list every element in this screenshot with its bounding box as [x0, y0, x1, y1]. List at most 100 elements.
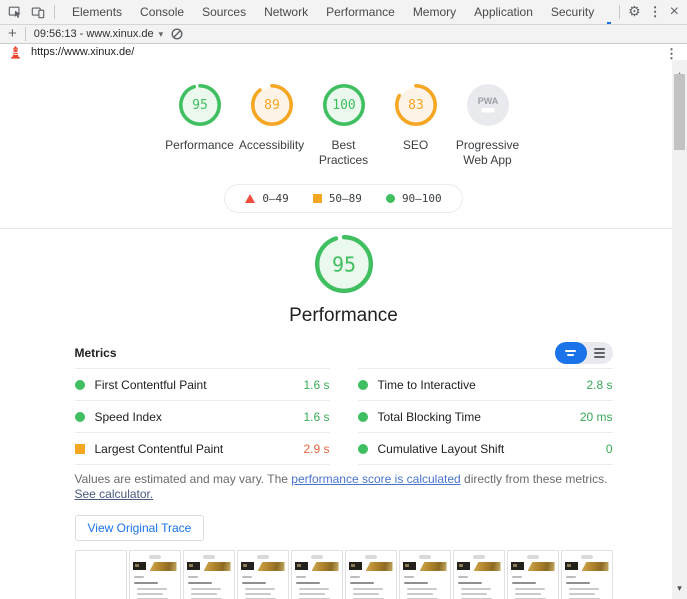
category-gauge-accessibility[interactable]: 89Accessibility [236, 84, 308, 153]
clear-audits-icon[interactable] [171, 28, 183, 40]
category-gauge-progressive-web-app[interactable]: PWAProgressive Web App [452, 84, 524, 168]
toolbar-separator [25, 27, 26, 41]
scroll-down-arrow-icon[interactable] [672, 578, 687, 596]
thumbnail-text-line [569, 593, 595, 595]
tab-elements[interactable]: Elements [67, 0, 127, 24]
filmstrip-frame [291, 550, 343, 599]
thumbnail-logo [187, 562, 200, 570]
tab-performance[interactable]: Performance [321, 0, 400, 24]
category-gauge-performance[interactable]: 95Performance [164, 84, 236, 153]
metric-row: First Contentful Paint1.6 s [75, 368, 330, 400]
thumbnail-text-line [296, 582, 320, 584]
pass-circle-icon [358, 380, 368, 390]
thumbnail-header [184, 562, 234, 571]
settings-gear-icon[interactable] [628, 3, 641, 21]
scrollbar[interactable] [672, 60, 687, 599]
tab-sources[interactable]: Sources [197, 0, 251, 24]
performance-score-gauge[interactable]: 95 [0, 235, 687, 293]
thumbnail-header [508, 562, 558, 571]
thumbnail-text-line [458, 582, 482, 584]
tab-security[interactable]: Security [546, 0, 599, 24]
device-toolbar-icon[interactable] [31, 5, 45, 19]
filmstrip-frame [237, 550, 289, 599]
svg-text:95: 95 [192, 98, 208, 113]
metrics-disclaimer: Values are estimated and may vary. The p… [75, 472, 613, 502]
thumbnail-pill [203, 555, 215, 559]
report-url: https://www.xinux.de/ [31, 46, 134, 58]
report-url-bar: https://www.xinux.de/ [0, 44, 687, 60]
category-label: Best Practices [308, 138, 380, 168]
thumbnail-text-line [191, 593, 217, 595]
thumbnail-text-line [188, 576, 198, 578]
devtools-window: Elements Console Sources Network Performance… [0, 0, 687, 599]
tab-network[interactable]: Network [259, 0, 313, 24]
filmstrip-frame [507, 550, 559, 599]
thumbnail-pill [311, 555, 323, 559]
metric-value: 1.6 s [303, 410, 329, 424]
tab-memory[interactable]: Memory [408, 0, 461, 24]
thumbnail-text-line [191, 588, 221, 590]
thumbnail-text-line [188, 582, 212, 584]
view-original-trace-button[interactable]: View Original Trace [75, 515, 205, 541]
legend-range: 90–100 [402, 192, 442, 205]
thumbnail-text-line [515, 588, 545, 590]
category-gauge-seo[interactable]: 83SEO [380, 84, 452, 153]
thumbnail-logo [565, 562, 578, 570]
thumbnail-text-line [404, 576, 414, 578]
category-gauge-best-practices[interactable]: 100Best Practices [308, 84, 380, 168]
thumbnail-text-line [134, 576, 144, 578]
tab-lighthouse[interactable]: Lighthouse [607, 0, 611, 24]
filmstrip-frame [399, 550, 451, 599]
section-divider [0, 228, 687, 229]
score-legend: 0–4950–8990–100 [224, 184, 462, 213]
thumbnail-banner [258, 562, 285, 571]
toggle-bar [594, 352, 605, 354]
inspect-element-icon[interactable] [8, 5, 22, 19]
thumbnail-banner [366, 562, 393, 571]
thumbnail-logo [241, 562, 254, 570]
pass-circle-icon [358, 444, 368, 454]
metric-value: 0 [606, 442, 613, 456]
pass-circle-icon [75, 412, 85, 422]
scrollbar-thumb[interactable] [674, 74, 685, 150]
metrics-header: Metrics [75, 341, 613, 365]
metric-row: Largest Contentful Paint2.9 s [75, 432, 330, 465]
lighthouse-session-bar: 09:56:13 - www.xinux.de [0, 25, 687, 44]
thumbnail-header [130, 562, 180, 571]
thumbnail-pill [527, 555, 539, 559]
thumbnail-text-line [404, 582, 428, 584]
see-calculator-link[interactable]: See calculator. [75, 487, 154, 501]
tab-application[interactable]: Application [469, 0, 538, 24]
toggle-condensed-view[interactable] [555, 342, 587, 364]
filmstrip-frame [129, 550, 181, 599]
thumbnail-header [238, 562, 288, 571]
metrics-view-toggle[interactable] [555, 342, 613, 364]
thumbnail-pill [365, 555, 377, 559]
tab-console[interactable]: Console [135, 0, 189, 24]
performance-score-calculated-link[interactable]: performance score is calculated [291, 472, 460, 486]
metric-value: 1.6 s [303, 378, 329, 392]
thumbnail-header [562, 562, 612, 571]
more-options-icon[interactable] [649, 3, 662, 21]
toolbar-separator [54, 5, 55, 19]
toggle-expanded-view[interactable] [587, 342, 613, 364]
thumbnail-text-line [350, 576, 360, 578]
thumbnail-banner [312, 562, 339, 571]
audit-session-selector[interactable]: 09:56:13 - www.xinux.de [34, 28, 163, 40]
thumbnail-text-line [407, 588, 437, 590]
metric-row: Cumulative Layout Shift0 [358, 432, 613, 465]
category-label: Progressive Web App [452, 138, 524, 168]
thumbnail-header [400, 562, 450, 571]
thumbnail-text-line [461, 593, 487, 595]
disclaimer-text: Values are estimated and may vary. The [75, 472, 292, 486]
close-devtools-icon[interactable] [670, 3, 679, 21]
category-label: SEO [403, 138, 428, 153]
metric-value: 2.8 s [586, 378, 612, 392]
thumbnail-text-line [512, 582, 536, 584]
filmstrip-frame [561, 550, 613, 599]
devtools-tabs: Elements Console Sources Network Performance… [63, 0, 611, 24]
thumbnail-banner [150, 562, 177, 571]
thumbnail-text-line [242, 582, 266, 584]
new-audit-plus-icon[interactable] [8, 25, 17, 43]
thumbnail-text-line [137, 593, 163, 595]
